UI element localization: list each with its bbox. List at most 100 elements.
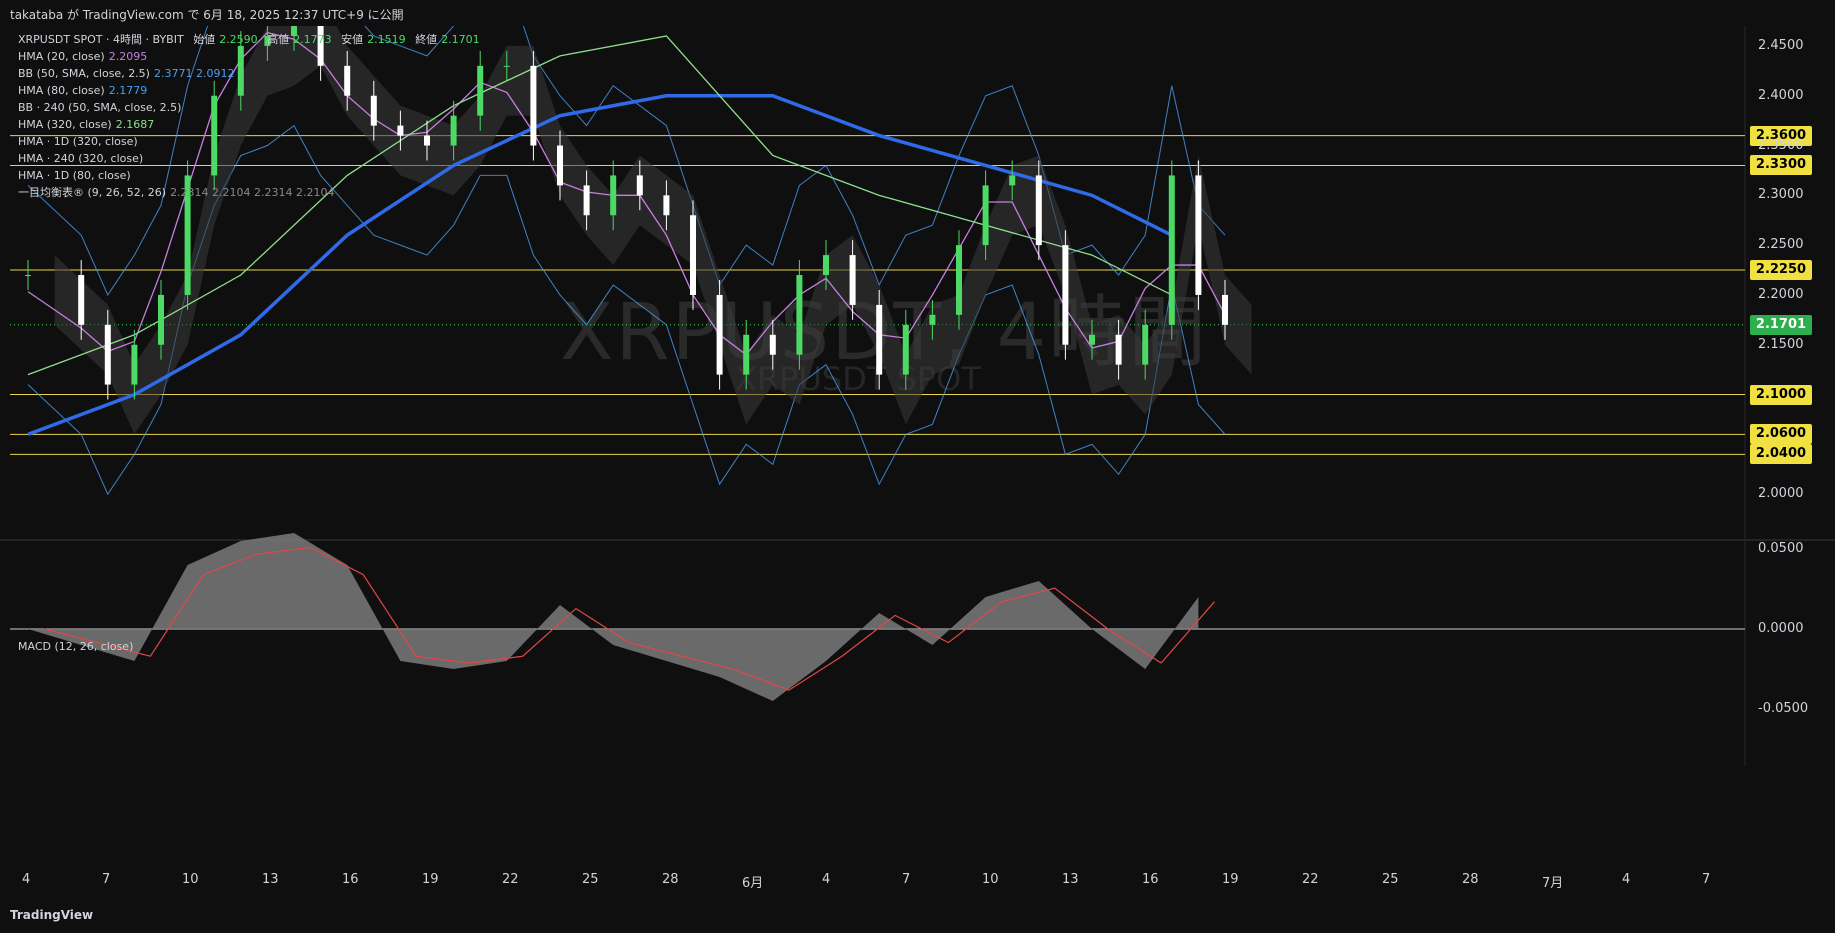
time-tick-label: 16 <box>1142 872 1159 887</box>
price-tick-label: 2.2500 <box>1758 237 1804 253</box>
candle-body <box>450 115 457 146</box>
time-tick-label: 19 <box>422 872 439 887</box>
time-tick-label: 7 <box>902 872 911 887</box>
legend-line: HMA · 1D (80, close) <box>18 169 131 182</box>
candle-body <box>397 125 404 136</box>
candle-body <box>636 175 643 196</box>
candle-body <box>610 175 617 216</box>
legend-line: HMA (20, close) 2.2095 <box>18 50 148 63</box>
candle-body <box>1009 175 1016 186</box>
time-tick-label: 7 <box>102 872 111 887</box>
price-tick-label: 2.2000 <box>1758 286 1804 302</box>
time-tick-label: 25 <box>1382 872 1399 887</box>
candle-body <box>1168 175 1175 325</box>
candle-body <box>956 245 962 315</box>
candle-body <box>849 255 856 305</box>
time-tick-label: 22 <box>1302 872 1319 887</box>
time-tick-label: 16 <box>342 872 359 887</box>
candle-body <box>583 185 590 216</box>
ichimoku-cloud <box>54 26 1252 435</box>
candle-body <box>1062 245 1069 345</box>
macd-tick-label: 0.0500 <box>1758 541 1804 556</box>
time-tick-label: 25 <box>582 872 599 887</box>
time-tick-label: 4 <box>1622 872 1631 887</box>
candle-body <box>424 135 430 146</box>
time-tick-label: 13 <box>262 872 279 887</box>
level-label: 2.1000 <box>1750 384 1812 405</box>
candle-body <box>716 294 723 375</box>
candle-body <box>477 65 484 116</box>
candle-body <box>902 324 909 375</box>
candle-body <box>1115 334 1122 365</box>
candle-body <box>131 344 138 385</box>
candle-body <box>158 294 164 345</box>
price-tick-label: 2.1500 <box>1758 336 1804 352</box>
level-label: 2.3300 <box>1750 155 1812 176</box>
candle-body <box>503 65 510 67</box>
candle-body <box>104 324 111 385</box>
publish-text: takataba が TradingView.com で 6月 18, 2025… <box>10 8 404 22</box>
time-tick-label: 10 <box>982 872 999 887</box>
legend-line: HMA (80, close) 2.1779 <box>18 84 148 97</box>
current-price-label: 2.1701 <box>1750 314 1812 335</box>
time-tick-label: 13 <box>1062 872 1079 887</box>
price-tick-label: 2.3000 <box>1758 187 1804 203</box>
publish-bar: takataba が TradingView.com で 6月 18, 2025… <box>0 0 1835 26</box>
candle-body <box>1035 175 1042 246</box>
candle-body <box>237 45 244 96</box>
macd-tick-label: -0.0500 <box>1758 701 1809 716</box>
candle-body <box>78 275 85 325</box>
candle-body <box>1195 175 1202 295</box>
time-tick-label: 28 <box>1462 872 1479 887</box>
tradingview-logo: TradingView <box>10 908 94 922</box>
macd-tick-label: 0.0000 <box>1758 621 1804 636</box>
legend-line: BB · 240 (50, SMA, close, 2.5) <box>18 101 182 114</box>
candle-body <box>690 215 696 295</box>
legend-line: HMA · 1D (320, close) <box>18 135 138 148</box>
level-label: 2.0400 <box>1750 444 1812 465</box>
price-tick-label: 2.3500 <box>1758 137 1804 153</box>
macd-histogram <box>28 533 1199 701</box>
legend-line: HMA (320, close) 2.1687 <box>18 118 155 131</box>
macd-title: MACD (12, 26, close) <box>18 640 134 653</box>
candle-body <box>1089 334 1095 345</box>
time-tick-label: 19 <box>1222 872 1239 887</box>
level-label: 2.0600 <box>1750 424 1812 445</box>
candle-body <box>876 304 883 375</box>
candle-body <box>557 145 563 186</box>
candle-body <box>796 275 803 355</box>
candle-body <box>1222 294 1228 325</box>
candle-body <box>743 334 750 375</box>
candle-body <box>982 185 989 246</box>
time-tick-label: 28 <box>662 872 679 887</box>
candle-body <box>211 95 218 176</box>
footer-bar: TradingView <box>0 898 1835 933</box>
candle-body <box>530 65 537 146</box>
legend-line: 一目均衡表® (9, 26, 52, 26) 2.2314 2.2104 2.23… <box>18 186 335 199</box>
time-tick-label: 7月 <box>1542 876 1564 891</box>
price-tick-label: 2.4000 <box>1758 87 1804 103</box>
candle-body <box>25 275 31 277</box>
time-tick-label: 4 <box>822 872 831 887</box>
macd-pane <box>10 533 1745 701</box>
candle-body <box>344 65 351 96</box>
candle-body <box>769 334 776 355</box>
time-tick-label: 22 <box>502 872 519 887</box>
price-tick-label: 2.4500 <box>1758 37 1804 53</box>
legend-main: XRPUSDT SPOT · 4時間 · BYBIT 始値 2.2590 高値 2.… <box>18 33 480 46</box>
time-tick-label: 4 <box>22 872 31 887</box>
time-tick-label: 7 <box>1702 872 1711 887</box>
candle-body <box>929 314 936 325</box>
price-chart[interactable] <box>0 26 1835 898</box>
price-tick-label: 2.0000 <box>1758 486 1804 502</box>
legend-line: BB (50, SMA, close, 2.5) 2.3771 2.0912 <box>18 67 235 80</box>
time-tick-label: 6月 <box>742 876 764 891</box>
legend-line: HMA · 240 (320, close) <box>18 152 144 165</box>
candle-body <box>823 255 829 276</box>
main-pane <box>0 26 1835 766</box>
level-label: 2.2250 <box>1750 260 1812 281</box>
time-tick-label: 10 <box>182 872 199 887</box>
candle-body <box>663 195 670 216</box>
candle-body <box>370 95 377 126</box>
candle-body <box>1142 324 1149 365</box>
